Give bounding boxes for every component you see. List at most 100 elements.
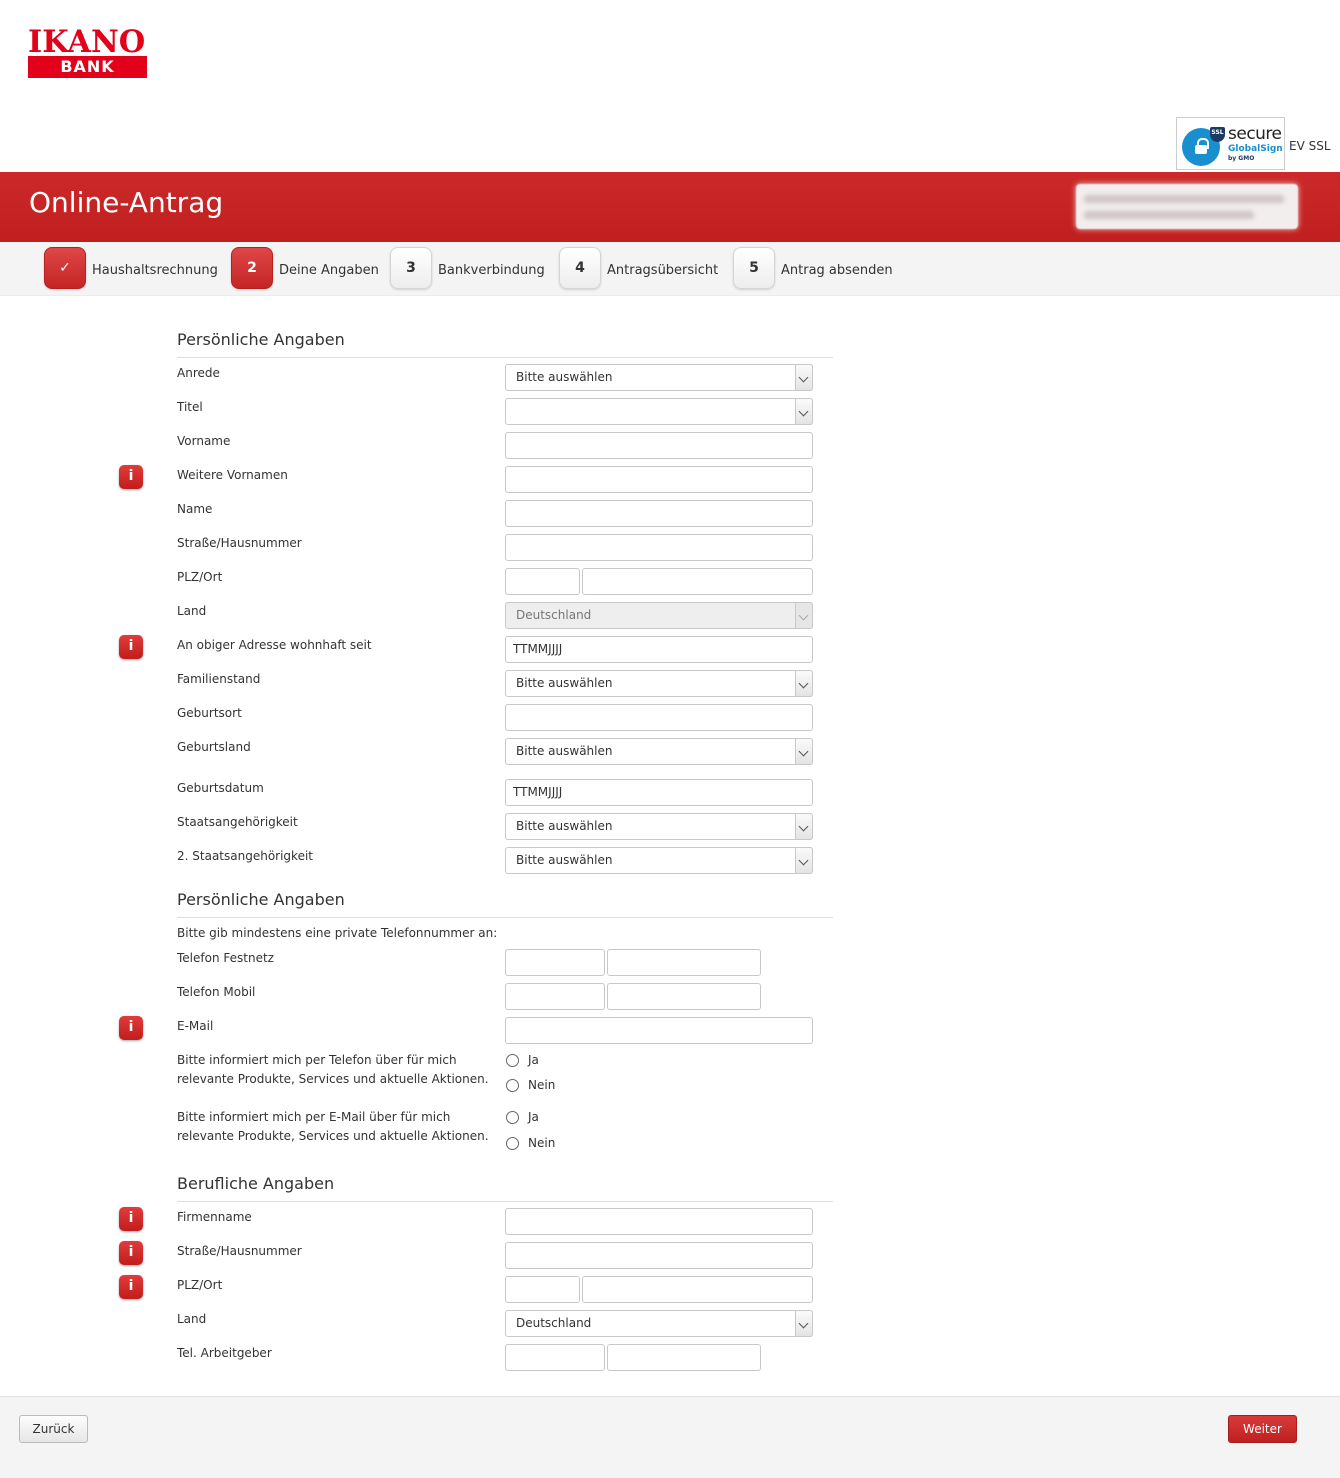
label-geburtsort: Geburtsort (177, 706, 242, 720)
plz-input[interactable] (505, 568, 580, 595)
radio-circle (506, 1110, 519, 1124)
chevron-down-icon (795, 738, 813, 765)
ssl-secure-text: secure (1228, 124, 1282, 144)
next-button[interactable]: Weiter (1228, 1415, 1297, 1443)
festnetz-vorwahl-input[interactable] (505, 949, 605, 976)
ssl-globalsign-text: GlobalSign (1228, 144, 1283, 154)
ssl-shield-icon: SSL (1210, 127, 1225, 142)
radio-circle (506, 1078, 519, 1092)
firma-strasse-input[interactable] (505, 1242, 813, 1269)
label-titel: Titel (177, 400, 203, 414)
step-bankverbindung: 3 Bankverbindung (390, 247, 545, 289)
step-label: Haushaltsrechnung (92, 262, 218, 278)
label-geburtsdatum: Geburtsdatum (177, 781, 264, 795)
info-icon[interactable]: i (119, 635, 143, 659)
mobil-nummer-input[interactable] (607, 983, 761, 1010)
radio-label: Nein (528, 1136, 556, 1150)
radio-label: Nein (528, 1078, 556, 1092)
firma-ort-input[interactable] (582, 1276, 813, 1303)
ssl-gmo-text: by GMO (1228, 155, 1255, 162)
email-consent-line2: relevante Produkte, Services und aktuell… (177, 1129, 489, 1143)
section-title-job: Berufliche Angaben (177, 1174, 335, 1193)
info-icon[interactable]: i (119, 1241, 143, 1265)
radio-label: Ja (528, 1110, 539, 1124)
familienstand-select[interactable]: Bitte auswählen (505, 670, 813, 697)
arbeitgeber-nummer-input[interactable] (607, 1344, 761, 1371)
section-divider (177, 1201, 833, 1202)
label-email: E-Mail (177, 1019, 214, 1033)
section-title-contact: Persönliche Angaben (177, 890, 345, 909)
label-name: Name (177, 502, 213, 516)
titel-select[interactable] (505, 398, 813, 425)
progress-steps: ✓ Haushaltsrechnung 2 Deine Angaben 3 Ba… (0, 242, 1340, 296)
label-telefon-mobil: Telefon Mobil (177, 985, 256, 999)
firma-land-select[interactable]: Deutschland (505, 1310, 813, 1337)
wohnhaft-seit-placeholder: TTMMJJJJ (513, 642, 563, 656)
wohnhaft-seit-input[interactable]: TTMMJJJJ (505, 636, 813, 663)
email-consent-line1: Bitte informiert mich per E-Mail über fü… (177, 1110, 451, 1124)
firma-plz-input[interactable] (505, 1276, 580, 1303)
chevron-down-icon (795, 364, 813, 391)
info-icon[interactable]: i (119, 465, 143, 489)
email-input[interactable] (505, 1017, 813, 1044)
geburtsort-input[interactable] (505, 704, 813, 731)
step-antrag-absenden: 5 Antrag absenden (733, 247, 893, 289)
info-icon[interactable]: i (119, 1275, 143, 1299)
step-number: 2 (231, 247, 273, 289)
ssl-badge-box: SSL secure GlobalSign by GMO (1176, 117, 1285, 170)
firma-land-value: Deutschland (516, 1316, 592, 1330)
blurred-summary-box (1076, 184, 1298, 229)
geburtsdatum-placeholder: TTMMJJJJ (513, 785, 563, 799)
ev-ssl-label: EV SSL (1289, 139, 1331, 153)
chevron-down-icon (795, 1310, 813, 1337)
phone-consent-line2: relevante Produkte, Services und aktuell… (177, 1072, 489, 1086)
email-consent-text: Bitte informiert mich per E-Mail über fü… (177, 1108, 489, 1146)
geburtsland-select[interactable]: Bitte auswählen (505, 738, 813, 765)
label-firma-land: Land (177, 1312, 207, 1326)
label-weitere-vornamen: Weitere Vornamen (177, 468, 288, 482)
vorname-input[interactable] (505, 432, 813, 459)
strasse-input[interactable] (505, 534, 813, 561)
ikano-bank-logo: IKANO BANK (28, 27, 148, 81)
step-label: Antrag absenden (781, 262, 893, 278)
info-icon[interactable]: i (119, 1207, 143, 1231)
firmenname-input[interactable] (505, 1208, 813, 1235)
back-button[interactable]: Zurück (19, 1415, 88, 1443)
label-geburtsland: Geburtsland (177, 740, 251, 754)
label-firma-strasse: Straße/Hausnummer (177, 1244, 302, 1258)
staatsangehoerigkeit-select[interactable]: Bitte auswählen (505, 813, 813, 840)
label-strasse: Straße/Hausnummer (177, 536, 302, 550)
staatsangehoerigkeit-2-select[interactable]: Bitte auswählen (505, 847, 813, 874)
arbeitgeber-vorwahl-input[interactable] (505, 1344, 605, 1371)
geburtsdatum-input[interactable]: TTMMJJJJ (505, 779, 813, 806)
weitere-vornamen-input[interactable] (505, 466, 813, 493)
page-title: Online-Antrag (29, 186, 224, 219)
step-haushaltsrechnung[interactable]: ✓ Haushaltsrechnung (44, 247, 218, 289)
info-icon[interactable]: i (119, 1016, 143, 1040)
chevron-down-icon (795, 813, 813, 840)
chevron-down-icon (795, 847, 813, 874)
chevron-down-icon (795, 670, 813, 697)
label-wohnhaft-seit: An obiger Adresse wohnhaft seit (177, 638, 372, 652)
step-number: 3 (390, 247, 432, 289)
email-consent-yes-radio[interactable]: Ja (506, 1110, 539, 1124)
section-title-personal: Persönliche Angaben (177, 330, 345, 349)
radio-circle (506, 1053, 519, 1067)
phone-consent-no-radio[interactable]: Nein (506, 1078, 555, 1092)
anrede-select[interactable]: Bitte auswählen (505, 364, 813, 391)
ort-input[interactable] (582, 568, 813, 595)
ssl-seal: SSL secure GlobalSign by GMO EV SSL (1176, 117, 1336, 170)
label-firmenname: Firmenname (177, 1210, 252, 1224)
label-anrede: Anrede (177, 366, 220, 380)
section-divider (177, 917, 833, 918)
email-consent-no-radio[interactable]: Nein (506, 1136, 555, 1150)
label-familienstand: Familienstand (177, 672, 261, 686)
mobil-vorwahl-input[interactable] (505, 983, 605, 1010)
section-divider (177, 357, 833, 358)
anrede-value: Bitte auswählen (516, 370, 613, 384)
name-input[interactable] (505, 500, 813, 527)
step-antragsuebersicht: 4 Antragsübersicht (559, 247, 718, 289)
phone-consent-yes-radio[interactable]: Ja (506, 1053, 539, 1067)
label-plz-ort: PLZ/Ort (177, 570, 223, 584)
festnetz-nummer-input[interactable] (607, 949, 761, 976)
